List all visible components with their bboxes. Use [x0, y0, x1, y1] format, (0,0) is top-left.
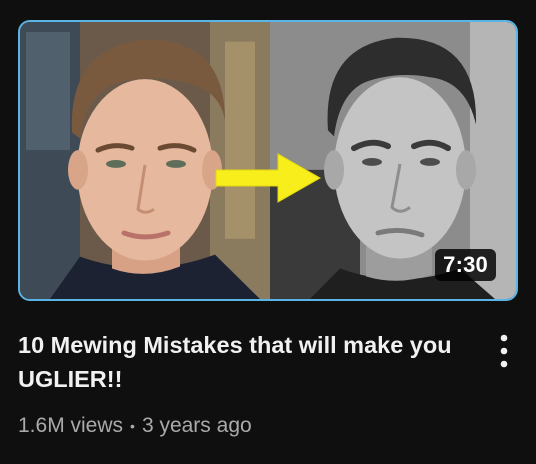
- dot-separator: •: [130, 418, 135, 434]
- upload-age: 3 years ago: [141, 414, 252, 437]
- video-title[interactable]: 10 Mewing Mistakes that will make you UG…: [18, 328, 468, 396]
- vertical-ellipsis-icon: [500, 334, 508, 368]
- video-stats: 1.6M views • 3 years ago: [18, 412, 468, 440]
- video-thumbnail[interactable]: 7:30: [18, 20, 518, 301]
- duration-badge: 7:30: [435, 249, 496, 281]
- view-count: 1.6M views: [18, 414, 124, 437]
- video-card[interactable]: 7:30 10 Mewing Mistakes that will make y…: [0, 0, 536, 464]
- video-meta: 10 Mewing Mistakes that will make you UG…: [18, 328, 468, 440]
- more-actions-button[interactable]: [488, 330, 520, 372]
- arrow-right-icon: [215, 153, 322, 203]
